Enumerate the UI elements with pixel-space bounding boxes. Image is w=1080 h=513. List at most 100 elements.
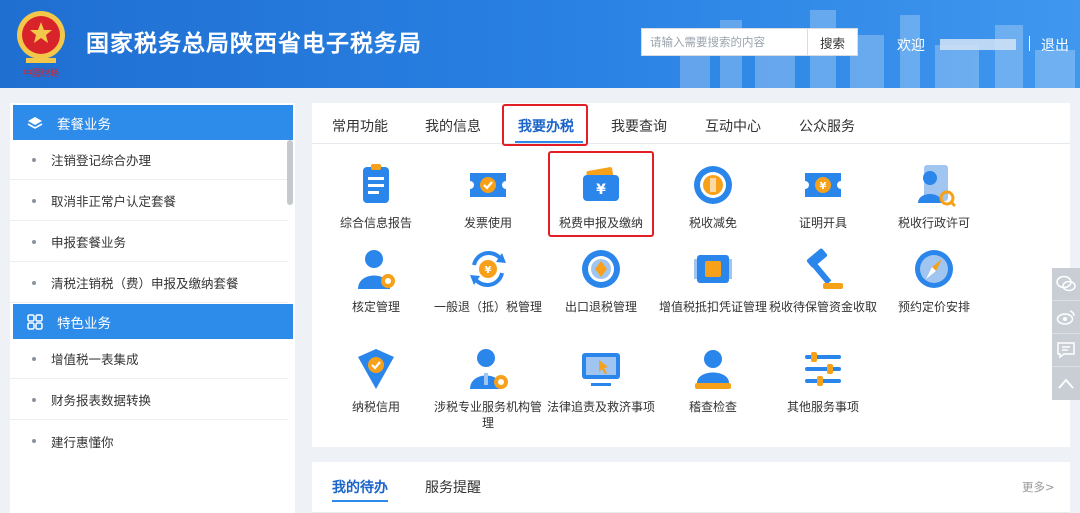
message-icon — [1057, 342, 1075, 359]
feedback-button[interactable] — [1052, 334, 1080, 367]
report-document-icon — [363, 164, 389, 203]
vat-voucher-icon — [694, 255, 732, 283]
bullet — [32, 397, 36, 402]
certificate-yuan-icon: ¥ — [805, 173, 841, 197]
license-person-icon — [918, 165, 957, 208]
sidebar-item[interactable]: 增值税一表集成 — [10, 339, 288, 379]
tile-label: 核定管理 — [351, 300, 400, 314]
svg-text:¥: ¥ — [820, 181, 827, 192]
logout-link[interactable]: 退出 — [1041, 35, 1069, 55]
floating-toolbar — [1052, 268, 1080, 400]
search-button[interactable]: 搜索 — [807, 28, 858, 56]
tile-invoice-use[interactable]: 发票使用 — [432, 161, 544, 231]
agent-settings-icon — [470, 349, 508, 389]
sidebar-item-label: 申报套餐业务 — [51, 235, 127, 250]
bullet — [32, 198, 36, 203]
back-to-top-button[interactable] — [1052, 367, 1080, 400]
tile-label: 证明开具 — [798, 216, 847, 230]
tile-label: 税收行政许可 — [897, 216, 970, 230]
todo-active-underline — [332, 500, 388, 502]
tab-service-reminder[interactable]: 服务提醒 — [425, 477, 481, 497]
monitor-cursor-icon — [582, 353, 620, 386]
search-input[interactable] — [641, 28, 807, 56]
sidebar: 套餐业务 注销登记综合办理 取消非正常户认定套餐 申报套餐业务 清税注销税（费）… — [10, 103, 295, 513]
globe-export-icon — [582, 250, 620, 288]
tile-label: 稽查检查 — [688, 400, 737, 414]
sidebar-item-label: 增值税一表集成 — [51, 352, 139, 367]
sidebar-item-label: 注销登记综合办理 — [51, 153, 152, 168]
tab-common[interactable]: 常用功能 — [332, 116, 388, 136]
compass-icon — [915, 250, 953, 288]
tile-pricing-arrangement[interactable]: 预约定价安排 — [878, 245, 990, 315]
bullet — [32, 239, 36, 244]
todo-panel: 我的待办 服务提醒 更多> — [312, 462, 1070, 513]
sidebar-item[interactable]: 取消非正常户认定套餐 — [10, 181, 288, 221]
bullet — [32, 157, 36, 162]
tile-other-services[interactable]: 其他服务事项 — [767, 345, 879, 415]
tile-tax-credit[interactable]: 纳税信用 — [320, 345, 432, 415]
tile-label: 税收待保管资金收取 — [768, 300, 877, 314]
tile-custody-funds[interactable]: 税收待保管资金收取 — [767, 245, 879, 315]
tile-refund[interactable]: ¥ 一般退（抵）税管理 — [432, 245, 544, 315]
sidebar-item[interactable]: 申报套餐业务 — [10, 222, 288, 262]
header-divider — [1029, 36, 1030, 51]
wechat-button[interactable] — [1052, 268, 1080, 301]
tile-tax-agency[interactable]: 涉税专业服务机构管理 — [432, 345, 544, 431]
sidebar-item-label: 取消非正常户认定套餐 — [51, 194, 177, 209]
tile-inspection[interactable]: 稽查检查 — [657, 345, 769, 415]
sidebar-item-label: 财务报表数据转换 — [51, 393, 152, 408]
sidebar-item-label: 建行惠懂你 — [51, 434, 114, 450]
sidebar-item[interactable]: 建行惠懂你 — [10, 421, 288, 461]
gavel-icon — [806, 248, 843, 289]
sidebar-item[interactable]: 清税注销税（费）申报及缴纳套餐 — [10, 263, 288, 303]
grid-icon — [27, 313, 43, 330]
svg-text:¥: ¥ — [485, 265, 492, 276]
tab-public-service[interactable]: 公众服务 — [799, 116, 855, 136]
sidebar-group-package[interactable]: 套餐业务 — [13, 105, 293, 140]
tax-bureau-emblem-icon: 中國稅務 — [17, 11, 65, 79]
tile-info-report[interactable]: 综合信息报告 — [320, 161, 432, 231]
sidebar-scrollbar[interactable] — [287, 140, 293, 205]
tile-label: 纳税信用 — [351, 400, 400, 414]
tab-interaction[interactable]: 互动中心 — [705, 116, 761, 136]
tile-legal-remedy[interactable]: 法律追责及救济事项 — [545, 345, 657, 415]
sidebar-group-title: 套餐业务 — [57, 116, 111, 133]
tab-query[interactable]: 我要查询 — [611, 116, 667, 136]
tile-label: 出口退税管理 — [564, 300, 637, 314]
sidebar-group-featured[interactable]: 特色业务 — [13, 304, 293, 339]
tile-admin-license[interactable]: 税收行政许可 — [878, 161, 990, 231]
more-link[interactable]: 更多> — [1022, 479, 1055, 495]
bullet — [32, 439, 36, 443]
welcome-text: 欢迎 — [897, 38, 925, 54]
tab-my-todo[interactable]: 我的待办 — [332, 477, 388, 497]
tile-red-highlight-box — [548, 151, 654, 237]
tile-assessment[interactable]: 核定管理 — [320, 245, 432, 315]
tile-label: 法律追责及救济事项 — [546, 400, 655, 414]
chevron-up-icon — [1058, 378, 1074, 389]
svg-text:中國稅務: 中國稅務 — [23, 67, 59, 79]
tile-certificate[interactable]: ¥ 证明开具 — [767, 161, 879, 231]
sidebar-item-label: 清税注销税（费）申报及缴纳套餐 — [51, 276, 239, 291]
sidebar-item[interactable]: 注销登记综合办理 — [10, 140, 288, 180]
username-redacted — [940, 39, 1016, 50]
stack-icon — [27, 116, 43, 129]
tile-tax-reduction[interactable]: 税收减免 — [657, 161, 769, 231]
refund-cycle-icon: ¥ — [470, 250, 506, 288]
tile-label: 涉税专业服务机构管理 — [433, 400, 542, 430]
credit-shield-icon — [358, 349, 394, 389]
tile-vat-voucher[interactable]: 增值税抵扣凭证管理 — [657, 245, 769, 315]
top-header: 中國稅務 国家税务总局陕西省电子税务局 搜索 欢迎 退出 — [0, 0, 1080, 88]
invoice-ticket-icon — [470, 173, 506, 197]
tile-label: 发票使用 — [463, 216, 512, 230]
tile-label: 一般退（抵）税管理 — [433, 300, 542, 314]
bullet — [32, 356, 36, 361]
tab-my-info[interactable]: 我的信息 — [425, 116, 481, 136]
tile-label: 税收减免 — [688, 216, 737, 230]
weibo-icon — [1056, 310, 1075, 325]
service-panel: 常用功能 我的信息 我要办税 我要查询 互动中心 公众服务 综合信息报告 发票使… — [312, 103, 1070, 447]
tile-export-refund[interactable]: 出口退税管理 — [545, 245, 657, 315]
sidebar-group-title: 特色业务 — [57, 315, 111, 332]
weibo-button[interactable] — [1052, 301, 1080, 334]
sidebar-item[interactable]: 财务报表数据转换 — [10, 380, 288, 420]
tile-label: 综合信息报告 — [339, 216, 412, 230]
